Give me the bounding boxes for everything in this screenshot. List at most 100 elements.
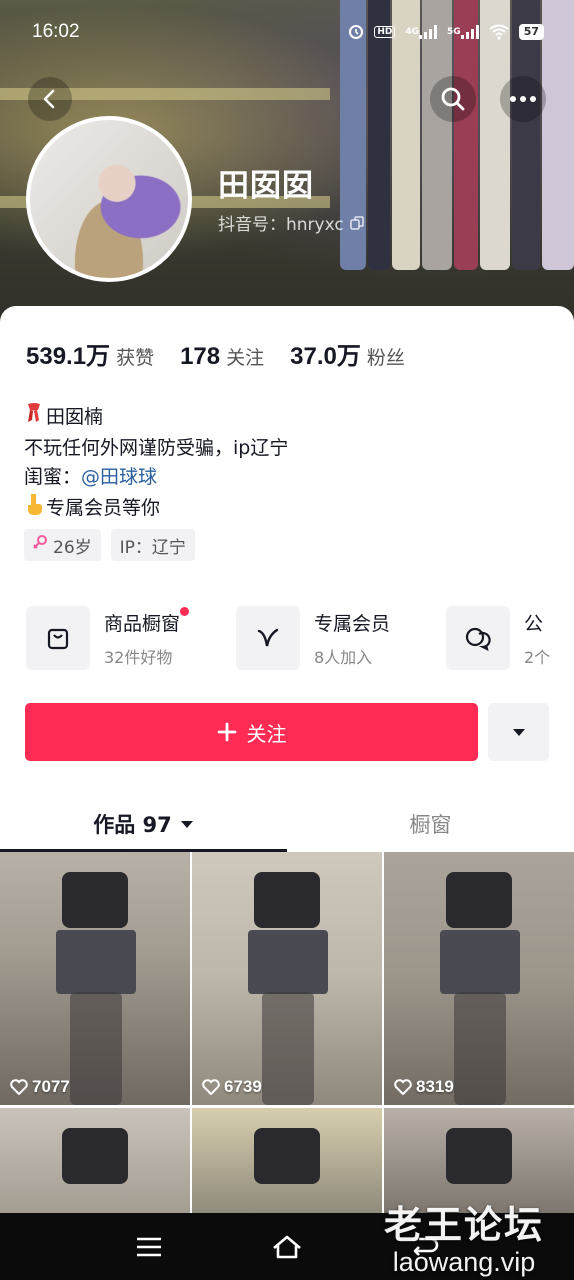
chevron-left-icon (43, 89, 55, 109)
heart-icon (10, 1079, 28, 1095)
stat-value: 178 (180, 343, 221, 370)
status-icons: HD 4G 5G 57 (348, 24, 544, 40)
post-thumbnail[interactable] (192, 1108, 382, 1214)
thumbnail-figure (254, 1128, 320, 1184)
hd-label: HD (374, 26, 396, 38)
bio-line-4: 专属会员等你 (46, 496, 161, 519)
thumbnail-figure (62, 872, 128, 928)
search-icon (441, 87, 465, 111)
post-likes: 7077 (10, 1077, 70, 1097)
thumbnail-figure (446, 872, 512, 928)
stat-label: 关注 (226, 347, 265, 369)
scarf-icon (24, 402, 44, 434)
bio-line: 闺蜜： @田球球 (24, 463, 288, 493)
profile-stats: 539.1万 获赞 178 关注 37.0万 粉丝 (26, 336, 405, 371)
back-button[interactable] (28, 77, 72, 121)
tab-showcase[interactable]: 橱窗 (287, 796, 574, 852)
stat-followers[interactable]: 37.0万 粉丝 (290, 336, 405, 371)
feature-title: 专属会员 (314, 612, 391, 635)
follow-label: 关注 (246, 721, 287, 746)
post-thumbnail[interactable] (0, 1108, 190, 1214)
recommend-dropdown-button[interactable] (488, 703, 549, 761)
age-tag: 26岁 (24, 529, 101, 561)
thumbnail-figure (248, 930, 328, 994)
pointing-down-icon (24, 493, 44, 525)
feature-showcase[interactable]: 商品橱窗 32件好物 (26, 606, 206, 670)
thumbnail-figure (56, 930, 136, 994)
thumbnail-figure (62, 1128, 128, 1184)
battery-indicator: 57 (518, 24, 544, 40)
thumbnail-figure (70, 992, 122, 1105)
female-icon (33, 535, 47, 555)
follow-button[interactable]: 关注 (25, 703, 478, 761)
feature-membership[interactable]: 专属会员 8人加入 (236, 606, 416, 670)
stat-likes[interactable]: 539.1万 获赞 (26, 336, 154, 371)
stat-value: 37.0万 (290, 343, 361, 370)
more-options-button[interactable] (500, 76, 546, 122)
nav-home-button[interactable] (257, 1222, 317, 1272)
ip-text: IP：辽宁 (119, 537, 186, 558)
stat-label: 获赞 (116, 347, 155, 369)
notification-dot (180, 606, 190, 616)
wifi-icon (489, 24, 509, 40)
nav-menu-button[interactable] (119, 1222, 179, 1272)
chat-icon (446, 606, 510, 670)
plus-icon (217, 722, 236, 742)
status-bar: 16:02 HD 4G 5G 57 (0, 0, 574, 64)
caret-down-icon (512, 728, 525, 736)
douyin-id[interactable]: 抖音号：hnryxc (218, 210, 364, 235)
tab-showcase-label: 橱窗 (409, 813, 452, 837)
feature-text: 商品橱窗 32件好物 (104, 606, 190, 668)
posts-grid: 7077 6739 8319 (0, 852, 574, 1214)
tab-works[interactable]: 作品 97 (0, 796, 287, 852)
post-thumbnail[interactable]: 7077 (0, 852, 190, 1105)
bio-line: 专属会员等你 (24, 493, 288, 525)
signal-4g-label: 4G (405, 27, 420, 37)
bio-line-1: 田囡楠 (46, 406, 104, 428)
stat-following[interactable]: 178 关注 (180, 343, 264, 371)
post-likes: 8319 (394, 1077, 454, 1097)
profile-tags: 26岁 IP：辽宁 (24, 529, 195, 561)
watermark-title: 老王论坛 (384, 1203, 545, 1247)
status-time: 16:02 (32, 21, 80, 42)
ip-tag: IP：辽宁 (110, 529, 195, 561)
signal-bars-icon (419, 25, 438, 39)
stat-value: 539.1万 (26, 343, 111, 370)
heart-icon (394, 1079, 412, 1095)
watermark-url: laowang.vip (392, 1247, 536, 1277)
home-icon (273, 1235, 301, 1258)
signal-5g-label: 5G (447, 27, 461, 37)
profile-cover: 16:02 HD 4G 5G 57 田囡囡 抖音号：hnryxc (0, 0, 574, 330)
caret-down-icon (180, 820, 193, 828)
signal-5g: 5G (447, 25, 479, 39)
post-likes-count: 8319 (416, 1077, 454, 1096)
stat-label: 粉丝 (366, 347, 405, 369)
forum-watermark: 老王论坛 laowang.vip (384, 1194, 544, 1278)
mention-link[interactable]: @田球球 (81, 463, 157, 493)
content-tabs: 作品 97 橱窗 (0, 796, 574, 852)
avatar[interactable] (26, 116, 192, 282)
feature-sub: 8人加入 (314, 647, 373, 667)
search-button[interactable] (430, 76, 476, 122)
feature-entries: 商品橱窗 32件好物 专属会员 8人加入 公 2个 (26, 606, 574, 670)
post-likes: 6739 (202, 1077, 262, 1097)
bio-line-2: 不玩任何外网谨防受骗，ip辽宁 (24, 436, 289, 459)
copy-icon[interactable] (349, 215, 364, 230)
tab-works-label: 作品 97 (93, 813, 172, 837)
feature-group[interactable]: 公 2个 (446, 606, 574, 670)
feature-text: 专属会员 8人加入 (314, 609, 390, 668)
more-dots-icon (510, 96, 536, 102)
heart-icon (202, 1079, 220, 1095)
bag-icon (26, 606, 90, 670)
age-text: 26岁 (53, 537, 92, 558)
post-thumbnail[interactable]: 6739 (192, 852, 382, 1105)
feature-title: 商品橱窗 (104, 606, 190, 636)
feature-sub: 2个 (524, 647, 551, 667)
post-likes-count: 7077 (32, 1077, 70, 1096)
alarm-icon (348, 24, 364, 40)
thumbnail-figure (454, 992, 506, 1105)
thumbnail-figure (254, 872, 320, 928)
post-thumbnail[interactable]: 8319 (384, 852, 574, 1105)
profile-name: 田囡囡 (218, 168, 314, 204)
thumbnail-figure (262, 992, 314, 1105)
